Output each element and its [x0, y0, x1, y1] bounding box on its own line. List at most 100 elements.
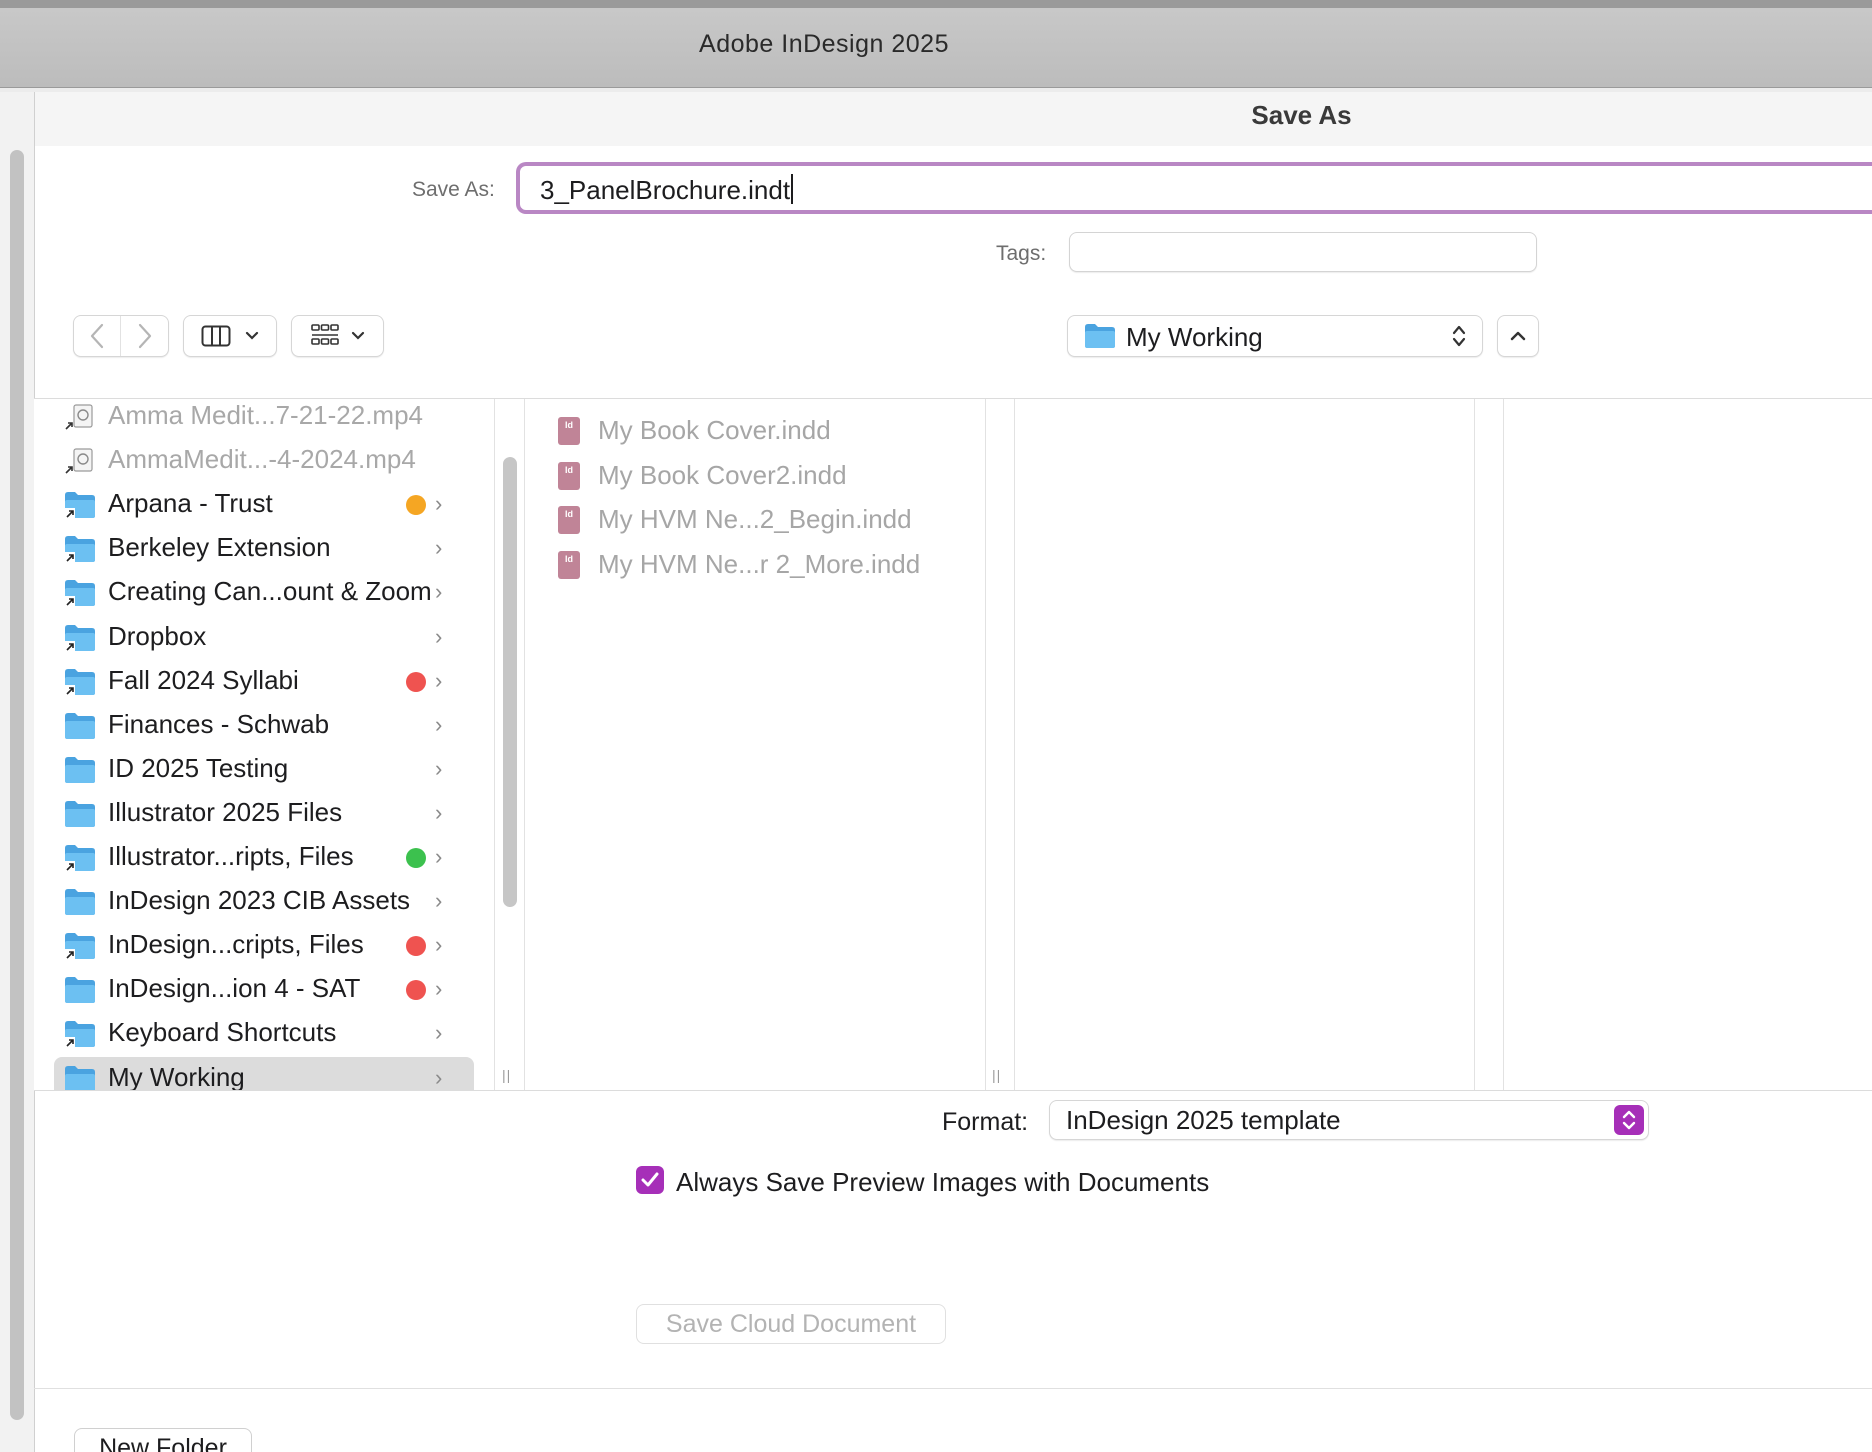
- save-as-label: Save As:: [412, 178, 495, 201]
- folder-icon: [65, 757, 95, 783]
- color-tag-dot: [406, 936, 426, 956]
- sidebar-item-label: Dropbox: [108, 621, 207, 651]
- sidebar-item[interactable]: ID 2025 Testing ›: [54, 748, 474, 790]
- folder-icon: [65, 977, 95, 1003]
- folder-alias-icon: [65, 625, 95, 651]
- tags-label: Tags:: [996, 242, 1047, 265]
- chevron-down-icon: [245, 331, 259, 340]
- sidebar-item-label: Amma Medit...7-21-22.mp4: [108, 400, 424, 430]
- text-caret: [791, 174, 794, 204]
- group-by-button[interactable]: [291, 315, 384, 357]
- chevron-right-icon: ›: [435, 844, 443, 869]
- forward-button[interactable]: [121, 316, 168, 356]
- folder-alias-icon: [65, 580, 95, 606]
- window-scrollbar[interactable]: [10, 150, 24, 1420]
- column-divider: [1014, 399, 1015, 1090]
- format-popup[interactable]: InDesign 2025 template: [1049, 1100, 1649, 1140]
- sidebar-item[interactable]: Amma Medit...7-21-22.mp4: [54, 399, 474, 437]
- preview-images-label[interactable]: Always Save Preview Images with Document…: [676, 1167, 1209, 1198]
- preview-images-checkbox[interactable]: [636, 1166, 664, 1194]
- sidebar-item[interactable]: Finances - Schwab ›: [54, 704, 474, 746]
- save-as-filename-input[interactable]: 3_PanelBrochure.indt: [516, 162, 1872, 214]
- tags-input[interactable]: [1069, 232, 1537, 272]
- chevron-right-icon: ›: [435, 976, 443, 1001]
- color-tag-dot: [406, 980, 426, 1000]
- location-popup-label: My Working: [1126, 322, 1263, 352]
- chevron-right-icon: ›: [435, 1020, 443, 1045]
- format-stepper: [1614, 1105, 1644, 1135]
- chevron-right-icon: ›: [435, 932, 443, 957]
- sidebar-item-label: InDesign...cripts, Files: [108, 929, 364, 959]
- sidebar-scrollbar[interactable]: [503, 457, 517, 907]
- footer-divider: [34, 1388, 1872, 1389]
- chevron-right-icon: ›: [435, 800, 443, 825]
- dialog-title: Save As: [1251, 100, 1352, 130]
- folder-alias-icon: [65, 492, 95, 518]
- sidebar-item-label: AmmaMedit...-4-2024.mp4: [108, 444, 416, 474]
- color-tag-dot: [406, 672, 426, 692]
- sidebar-item-label: My Working: [108, 1062, 245, 1091]
- sidebar-item[interactable]: Arpana - Trust ›: [54, 483, 474, 525]
- folder-alias-icon: [65, 669, 95, 695]
- sidebar-item[interactable]: Fall 2024 Syllabi ›: [54, 660, 474, 702]
- sidebar-item[interactable]: InDesign...cripts, Files ›: [54, 924, 474, 966]
- color-tag-dot: [406, 495, 426, 515]
- sidebar-item[interactable]: Illustrator...ripts, Files ›: [54, 836, 474, 878]
- folder-icon: [65, 889, 95, 915]
- folder-icon: [65, 1066, 95, 1090]
- sidebar-item[interactable]: InDesign...ion 4 - SAT ›: [54, 968, 474, 1010]
- indesign-file-icon: Id: [558, 551, 580, 579]
- sidebar-item[interactable]: My Working ›: [54, 1057, 474, 1091]
- back-button[interactable]: [74, 316, 121, 356]
- chevron-left-icon: [90, 323, 104, 349]
- sidebar-item[interactable]: Illustrator 2025 Files ›: [54, 792, 474, 834]
- location-popup[interactable]: My Working: [1067, 315, 1483, 357]
- color-tag-dot: [406, 848, 426, 868]
- file-name: My Book Cover.indd: [598, 415, 831, 445]
- file-name: My Book Cover2.indd: [598, 460, 847, 490]
- chevron-right-icon: ›: [435, 624, 443, 649]
- folder-icon: [65, 801, 95, 827]
- app-title: Adobe InDesign 2025: [699, 30, 949, 58]
- sidebar-item-label: Illustrator...ripts, Files: [108, 841, 354, 871]
- back-forward-group: [73, 315, 169, 357]
- sidebar-item[interactable]: Keyboard Shortcuts ›: [54, 1012, 474, 1054]
- new-folder-button[interactable]: New Folder: [74, 1428, 252, 1452]
- sidebar-item-label: Arpana - Trust: [108, 488, 273, 518]
- video-file-alias-icon: [65, 404, 93, 430]
- indesign-file-icon: Id: [558, 462, 580, 490]
- chevron-right-icon: ›: [435, 1065, 443, 1090]
- file-name: My HVM Ne...2_Begin.indd: [598, 504, 912, 534]
- column-divider: [1474, 399, 1475, 1090]
- grid-group-icon: [310, 324, 339, 345]
- file-name: My HVM Ne...r 2_More.indd: [598, 549, 921, 579]
- chevron-up-icon: [1510, 331, 1526, 341]
- column-divider: [494, 399, 495, 1090]
- video-file-alias-icon: [65, 448, 93, 474]
- sidebar-item-label: Berkeley Extension: [108, 532, 331, 562]
- save-cloud-document-button[interactable]: Save Cloud Document: [636, 1304, 946, 1344]
- sidebar-item-label: ID 2025 Testing: [108, 753, 289, 783]
- sidebar-item[interactable]: AmmaMedit...-4-2024.mp4: [54, 439, 474, 481]
- column-resize-handle[interactable]: ||: [502, 1067, 511, 1083]
- folder-alias-icon: [65, 933, 95, 959]
- sidebar-item-label: Fall 2024 Syllabi: [108, 665, 299, 695]
- sidebar-item[interactable]: Creating Can...ount & Zoom ›: [54, 571, 474, 613]
- updown-chevron-icon: [1452, 325, 1466, 347]
- column-resize-handle[interactable]: ||: [992, 1067, 1001, 1083]
- sidebar-item[interactable]: InDesign 2023 CIB Assets ›: [54, 880, 474, 922]
- sidebar-item-label: Keyboard Shortcuts: [108, 1017, 337, 1047]
- collapse-dialog-button[interactable]: [1497, 315, 1539, 357]
- sidebar-item-label: InDesign...ion 4 - SAT: [108, 973, 361, 1003]
- sidebar-item[interactable]: Berkeley Extension ›: [54, 527, 474, 569]
- chevron-down-icon: [351, 331, 364, 340]
- format-popup-value: InDesign 2025 template: [1066, 1105, 1341, 1135]
- sidebar-item-label: Creating Can...ount & Zoom: [108, 576, 432, 606]
- folder-alias-icon: [65, 845, 95, 871]
- sidebar-item-label: InDesign 2023 CIB Assets: [108, 885, 411, 915]
- app-title-bar: Adobe InDesign 2025: [0, 0, 1872, 88]
- view-columns-button[interactable]: [183, 315, 277, 357]
- save-as-filename-value: 3_PanelBrochure.indt: [540, 175, 791, 205]
- dialog-header: Save As: [35, 92, 1872, 146]
- sidebar-item[interactable]: Dropbox ›: [54, 616, 474, 658]
